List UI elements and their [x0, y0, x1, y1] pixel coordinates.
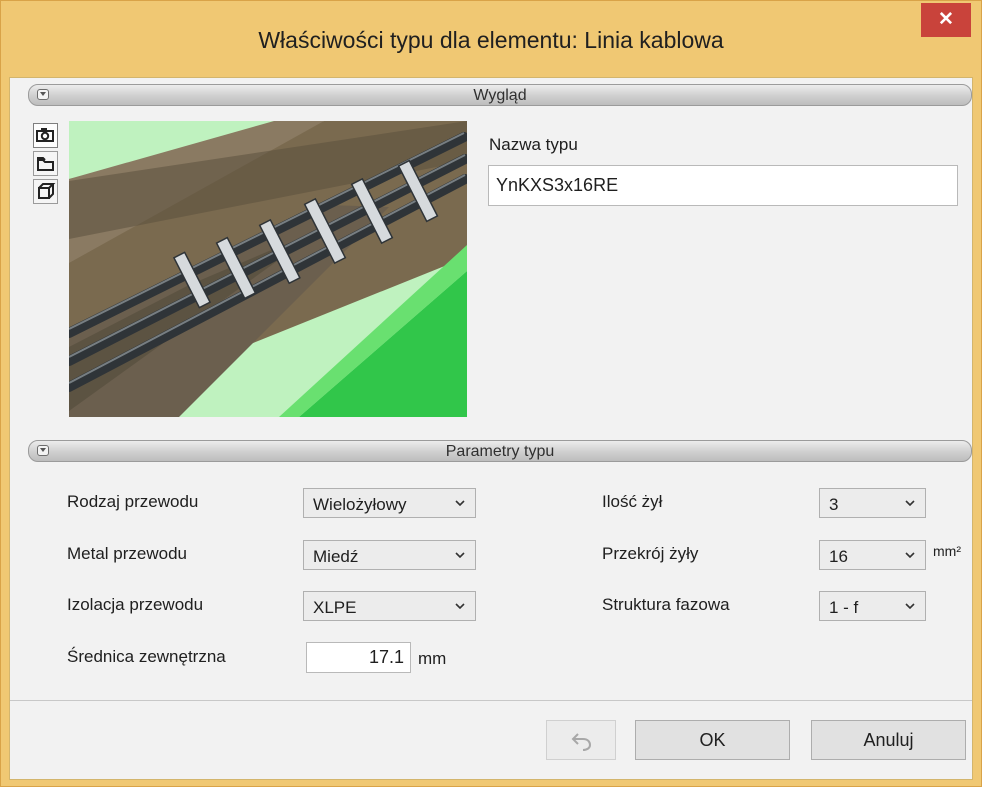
wire-metal-label: Metal przewodu [67, 544, 188, 563]
core-cross-section-unit: mm² [933, 543, 961, 559]
chevron-down-icon [905, 552, 915, 558]
chevron-down-icon [455, 552, 465, 558]
core-count-label: Ilość żył [602, 492, 663, 511]
camera-icon [36, 128, 54, 142]
core-cross-section-label: Przekrój żyły [602, 544, 699, 563]
cable-preview-image [69, 121, 467, 417]
cancel-button[interactable]: Anuluj [811, 720, 966, 760]
type-name-field[interactable]: YnKXS3x16RE [488, 165, 958, 206]
close-button[interactable]: ✕ [921, 3, 971, 37]
cube-button[interactable] [33, 179, 58, 204]
phase-structure-value: 1 - f [829, 598, 859, 617]
phase-structure-label: Struktura fazowa [602, 595, 730, 614]
phase-structure-dropdown[interactable]: 1 - f [819, 591, 926, 621]
appearance-section-header[interactable]: Wygląd [28, 84, 972, 106]
core-cross-section-value: 16 [829, 547, 848, 566]
wire-kind-dropdown[interactable]: Wielożyłowy [303, 488, 476, 518]
folder-icon [37, 157, 54, 171]
parameters-section-title: Parametry typu [445, 443, 555, 460]
undo-button[interactable] [546, 720, 616, 760]
insulation-dropdown[interactable]: XLPE [303, 591, 476, 621]
wire-metal-value: Miedź [313, 547, 359, 566]
chevron-down-icon [455, 500, 465, 506]
type-name-label: Nazwa typu [489, 135, 578, 154]
folder-button[interactable] [33, 151, 58, 176]
core-count-value: 3 [829, 495, 839, 514]
chevron-down-icon [455, 603, 465, 609]
outer-diameter-field[interactable]: 17.1 [306, 642, 411, 673]
title-bar: Właściwości typu dla elementu: Linia kab… [1, 1, 981, 77]
wire-metal-dropdown[interactable]: Miedź [303, 540, 476, 570]
wire-kind-value: Wielożyłowy [313, 495, 407, 514]
ok-button[interactable]: OK [635, 720, 790, 760]
insulation-label: Izolacja przewodu [67, 595, 204, 614]
dialog-content: Wygląd Nazwa typu YnKXS3x16RE Parametry … [9, 77, 973, 780]
appearance-section-title: Wygląd [473, 87, 527, 104]
type-name-value: YnKXS3x16RE [496, 175, 619, 195]
chevron-down-icon [905, 500, 915, 506]
core-cross-section-dropdown[interactable]: 16 [819, 540, 926, 570]
cube-icon [38, 183, 56, 199]
insulation-value: XLPE [313, 598, 357, 617]
outer-diameter-value: 17.1 [368, 647, 404, 667]
undo-icon [571, 733, 592, 752]
window-title: Właściwości typu dla elementu: Linia kab… [258, 27, 724, 53]
core-count-dropdown[interactable]: 3 [819, 488, 926, 518]
chevron-down-icon [905, 603, 915, 609]
outer-diameter-label: Średnica zewnętrzna [67, 647, 226, 666]
footer-divider [10, 700, 972, 701]
wire-kind-label: Rodzaj przewodu [67, 492, 199, 511]
dialog-window: Właściwości typu dla elementu: Linia kab… [0, 0, 982, 787]
parameters-section-header[interactable]: Parametry typu [28, 440, 972, 462]
camera-button[interactable] [33, 123, 58, 148]
outer-diameter-unit: mm [418, 649, 447, 668]
